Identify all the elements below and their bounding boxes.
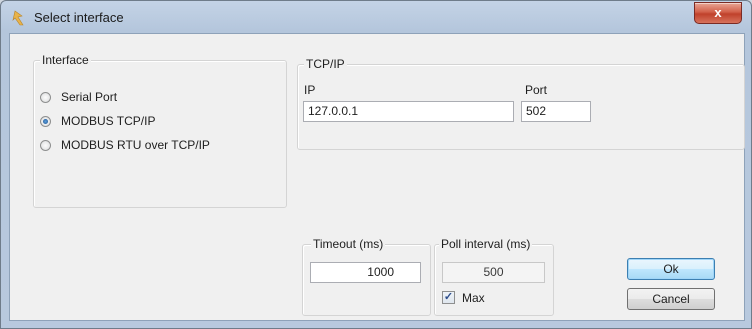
radio-modbus-rtu-indicator[interactable] xyxy=(40,139,51,151)
dialog-client-area: Interface Serial Port MODBUS TCP/IP MODB… xyxy=(9,33,745,321)
radio-modbus-tcp-label: MODBUS TCP/IP xyxy=(61,114,156,128)
dialog-window: Select interface x Interface Serial Port… xyxy=(0,0,752,329)
radio-modbus-rtu-label: MODBUS RTU over TCP/IP xyxy=(61,138,210,152)
interface-group-label: Interface xyxy=(40,53,91,67)
max-label: Max xyxy=(462,291,485,305)
timeout-field[interactable]: 1000 xyxy=(310,262,421,283)
max-checkbox[interactable]: ✓ xyxy=(442,291,455,304)
timeout-group: Timeout (ms) 1000 xyxy=(302,237,431,316)
poll-interval-group: Poll interval (ms) 500 ✓ Max xyxy=(434,237,554,316)
ok-button[interactable]: Ok xyxy=(627,258,715,280)
cancel-button[interactable]: Cancel xyxy=(627,288,715,310)
interface-group: Interface Serial Port MODBUS TCP/IP MODB… xyxy=(33,53,287,208)
ip-field[interactable]: 127.0.0.1 xyxy=(303,101,514,122)
tcpip-group-label: TCP/IP xyxy=(304,57,347,71)
radio-modbus-rtu-over-tcp[interactable]: MODBUS RTU over TCP/IP xyxy=(40,137,210,153)
window-title: Select interface xyxy=(34,10,124,25)
port-label: Port xyxy=(525,83,548,97)
ip-label: IP xyxy=(304,83,316,97)
radio-modbus-tcp[interactable]: MODBUS TCP/IP xyxy=(40,113,155,129)
close-icon: x xyxy=(714,5,722,20)
radio-serial-port-label: Serial Port xyxy=(61,90,118,104)
tcpip-group: TCP/IP IP Port 127.0.0.1 502 xyxy=(297,57,745,150)
radio-serial-port[interactable]: Serial Port xyxy=(40,89,117,105)
radio-serial-port-indicator[interactable] xyxy=(40,91,51,103)
app-icon xyxy=(12,10,24,26)
timeout-group-label: Timeout (ms) xyxy=(311,237,386,251)
port-field[interactable]: 502 xyxy=(521,101,591,122)
poll-interval-group-label: Poll interval (ms) xyxy=(439,237,533,251)
poll-interval-field[interactable]: 500 xyxy=(442,262,545,283)
radio-modbus-tcp-indicator[interactable] xyxy=(40,115,51,127)
close-button[interactable]: x xyxy=(694,2,742,24)
title-bar[interactable]: Select interface x xyxy=(1,1,751,33)
